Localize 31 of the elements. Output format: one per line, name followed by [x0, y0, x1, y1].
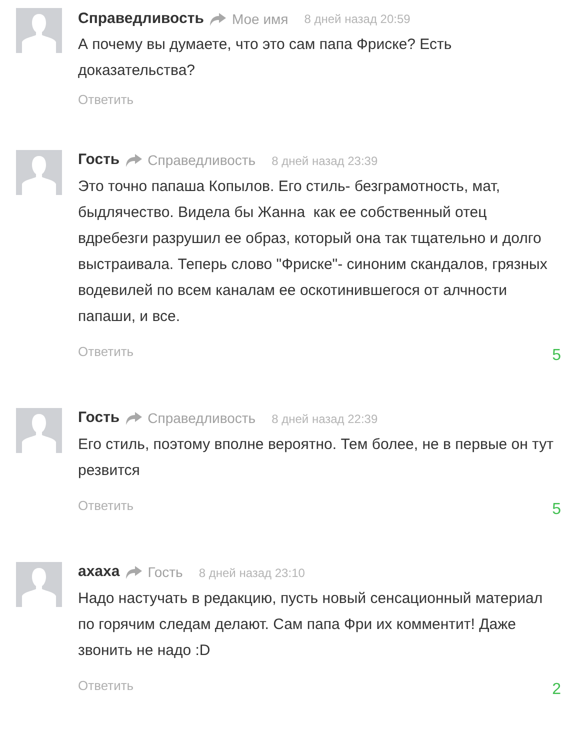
- author-name[interactable]: ахаха: [78, 561, 120, 584]
- comment-time: 8 дней назад 20:59: [304, 11, 410, 28]
- comment-time: 8 дней назад 22:39: [272, 410, 378, 428]
- reply-to-name[interactable]: Мое имя: [232, 8, 288, 30]
- reply-arrow-icon: [126, 412, 142, 425]
- comment-text: Надо настучать в редакцию, пусть новый сенсационный материал по горячим следам делают. Сам папа Фри их комментит! Даже звонить не надо :D: [78, 588, 544, 660]
- comment-time: 8 дней назад 23:39: [272, 152, 378, 170]
- reply-link[interactable]: Ответить: [78, 676, 134, 696]
- vote-count: 5: [552, 346, 561, 366]
- avatar-icon: [16, 150, 62, 194]
- comment-text: Это точно папаша Копылов. Его стиль- безграмотность, мат, быдлячество. Видела бы Жанна как ее собственный отец вдребезги разрушил ее образ, который она так тщательно и долго выстраивала. Теперь слово "Фриске"- синоним скандалов, грязных водевилей по всем каналам ее оскотинившегося от алчности папаши, и все.: [78, 176, 548, 326]
- avatar-icon: [16, 8, 62, 53]
- reply-to-name[interactable]: Справедливость: [148, 150, 256, 171]
- reply-to-name[interactable]: Гость: [148, 562, 183, 583]
- author-name[interactable]: Гость: [78, 149, 120, 172]
- vote-count: 2: [552, 680, 561, 700]
- reply-arrow-icon: [126, 154, 142, 167]
- reply-link[interactable]: Ответить: [78, 90, 134, 110]
- reply-arrow-icon: [210, 12, 226, 26]
- reply-to-name[interactable]: Справедливость: [148, 408, 256, 429]
- author-name[interactable]: Справедливость: [78, 8, 204, 30]
- reply-arrow-icon: [126, 566, 142, 579]
- reply-link[interactable]: Ответить: [78, 342, 134, 362]
- comment-text: Его стиль, поэтому вполне вероятно. Тем более, не в первые он тут резвится: [78, 434, 554, 480]
- avatar-icon: [16, 562, 62, 606]
- avatar-icon: [16, 408, 62, 452]
- comment-text: А почему вы думаете, что это сам папа Фриске? Есть доказательства?: [78, 35, 453, 81]
- reply-link[interactable]: Ответить: [78, 496, 134, 516]
- author-name[interactable]: Гость: [78, 407, 120, 430]
- comment-time: 8 дней назад 23:10: [198, 564, 305, 582]
- vote-count: 5: [552, 500, 561, 520]
